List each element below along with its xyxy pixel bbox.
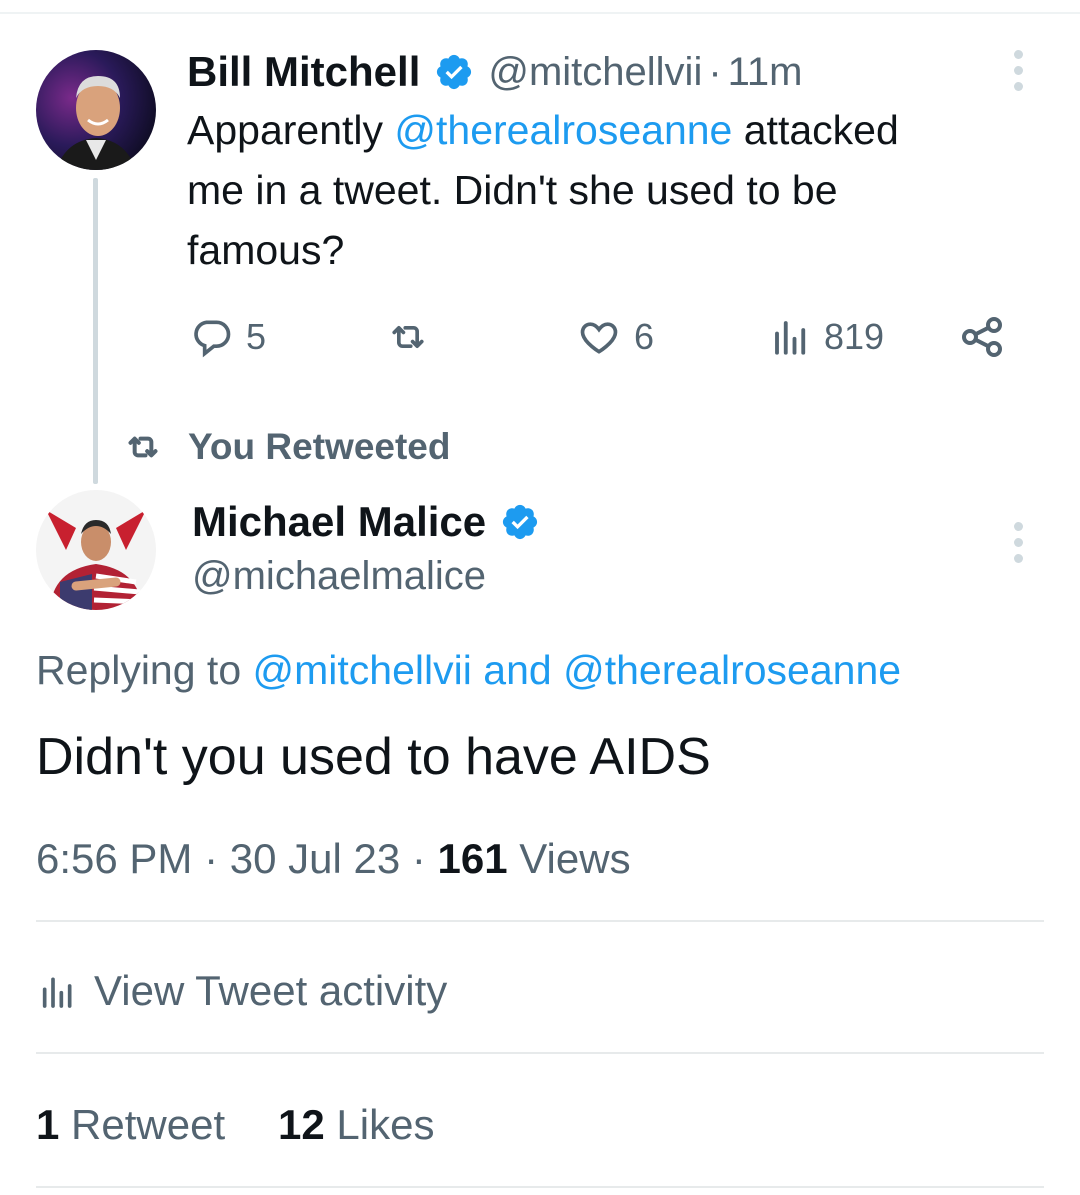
replying-to: Replying to @mitchellvii and @therealros…	[36, 647, 902, 693]
views-button[interactable]: 819	[770, 312, 884, 362]
tweet2-header: Michael Malice	[192, 494, 540, 550]
reply-button[interactable]: 5	[190, 312, 266, 362]
thread-connector	[93, 178, 98, 484]
tweet-time[interactable]: 6:56 PM	[36, 835, 192, 882]
view-tweet-activity[interactable]: View Tweet activity	[36, 962, 447, 1020]
view-tweet-activity-label: View Tweet activity	[94, 967, 448, 1014]
share-icon	[962, 317, 1002, 357]
avatar-bill-mitchell[interactable]	[36, 50, 156, 170]
tweet-date[interactable]: 30 Jul 23	[230, 835, 400, 882]
like-icon	[580, 322, 618, 354]
retweet-button[interactable]	[382, 312, 434, 362]
timestamp[interactable]: 11m	[728, 50, 803, 95]
verified-badge-icon	[503, 504, 538, 540]
tweet1-line2: me in a tweet. Didn't she used to be	[187, 167, 838, 213]
author-name[interactable]: Bill Mitchell	[187, 48, 420, 96]
retweet-icon	[128, 436, 158, 458]
view-count: 819	[824, 316, 885, 357]
more-icon[interactable]	[1014, 522, 1026, 570]
more-icon[interactable]	[1014, 50, 1026, 98]
replying-mention-2[interactable]: @therealroseanne	[563, 647, 901, 693]
author-name[interactable]: Michael Malice	[192, 498, 486, 546]
likes-count: 12	[278, 1101, 325, 1148]
author-handle[interactable]: @mitchellvii	[488, 50, 702, 95]
retweets-stat[interactable]: 1 Retweet	[36, 1098, 225, 1152]
tweet1-text: Apparently @therealroseanne attacked me …	[187, 100, 1047, 280]
like-button[interactable]: 6	[576, 312, 654, 362]
views-label: Views	[519, 835, 631, 882]
retweet-context-label: You Retweeted	[188, 426, 451, 467]
reply-icon	[194, 320, 231, 358]
reply-count: 5	[246, 316, 267, 357]
avatar-michael-malice[interactable]	[36, 490, 156, 610]
tweet1-header: Bill Mitchell @mitchellvii · 11m	[187, 44, 803, 100]
analytics-icon	[42, 977, 72, 1008]
likes-label: Likes	[336, 1101, 435, 1148]
verified-badge-icon	[437, 54, 472, 90]
retweet-context: You Retweeted	[120, 424, 450, 470]
separator-dot: ·	[708, 49, 722, 94]
author-handle[interactable]: @michaelmalice	[192, 550, 486, 602]
top-divider	[0, 12, 1080, 14]
tweet1-line3: famous?	[187, 227, 345, 273]
divider	[36, 1052, 1044, 1054]
like-count: 6	[634, 316, 655, 357]
replying-mention-1[interactable]: @mitchellvii	[253, 647, 472, 693]
views-count: 161	[437, 835, 508, 882]
share-button[interactable]	[958, 312, 1006, 362]
divider	[36, 920, 1044, 922]
retweet-icon	[392, 326, 424, 348]
tweet2-meta: 6:56 PM · 30 Jul 23 · 161 Views	[36, 835, 631, 882]
tweet1-line1: Apparently @therealroseanne attacked	[187, 107, 899, 153]
views-icon	[775, 321, 806, 355]
retweet-label: Retweet	[71, 1101, 226, 1148]
replying-and[interactable]: and	[483, 647, 551, 693]
mention-link[interactable]: @therealroseanne	[394, 107, 732, 153]
tweet2-text: Didn't you used to have AIDS	[36, 728, 711, 786]
likes-stat[interactable]: 12 Likes	[278, 1098, 434, 1152]
retweet-count: 1	[36, 1101, 60, 1148]
divider	[36, 1186, 1044, 1188]
